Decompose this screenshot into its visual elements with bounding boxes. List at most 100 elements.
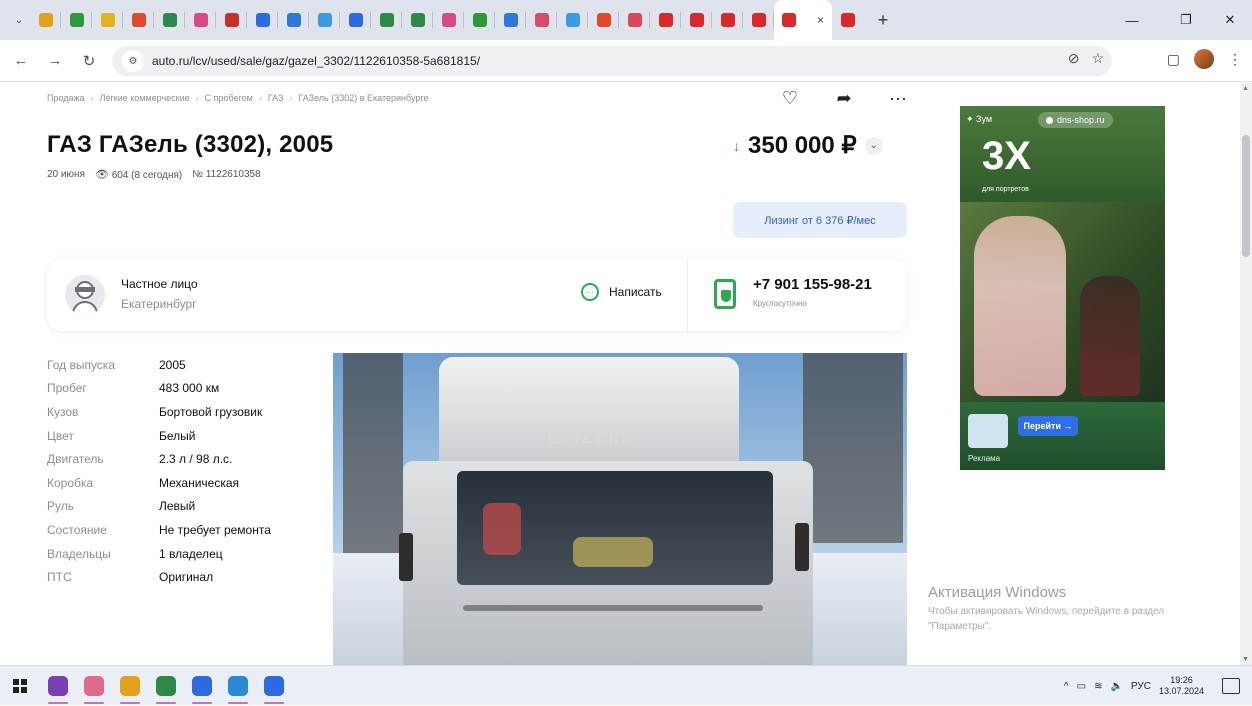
listing-photo[interactable]: GAZelle <box>333 353 907 665</box>
forward-button[interactable]: → <box>42 48 68 74</box>
browser-tab[interactable] <box>123 0 154 40</box>
network-icon[interactable]: ▭ <box>1077 681 1086 692</box>
minimize-button[interactable]: — <box>1110 0 1154 40</box>
start-button[interactable] <box>0 666 40 706</box>
profile-avatar[interactable] <box>1194 49 1214 69</box>
close-window-button[interactable]: ✕ <box>1208 0 1252 40</box>
photo-tree <box>343 353 403 563</box>
app-icon <box>156 675 176 696</box>
scroll-up-icon[interactable]: ▲ <box>1242 85 1249 92</box>
url-text[interactable]: auto.ru/lcv/used/sale/gaz/gazel_3302/112… <box>152 54 480 68</box>
browser-tab[interactable] <box>185 0 216 40</box>
taskbar-app[interactable] <box>148 666 184 706</box>
breadcrumb-separator: › <box>258 93 262 103</box>
clock[interactable]: 19:26 13.07.2024 <box>1159 675 1204 697</box>
browser-tab[interactable] <box>61 0 92 40</box>
wifi-icon[interactable]: ≋ <box>1094 681 1102 692</box>
spec-value: Левый <box>159 499 196 514</box>
browser-tab[interactable] <box>557 0 588 40</box>
active-tab[interactable]: × <box>774 0 832 40</box>
share-button[interactable]: ➦ <box>824 83 864 113</box>
browser-tab[interactable] <box>30 0 61 40</box>
new-tab-button[interactable]: + <box>869 6 897 34</box>
phone-number[interactable]: +7 901 155-98-21 <box>753 276 872 293</box>
language-indicator[interactable]: РУС <box>1131 681 1151 692</box>
notifications-icon[interactable] <box>1222 678 1240 694</box>
write-message-button[interactable]: ··· Написать <box>581 283 662 301</box>
ad-go-button[interactable]: Перейти → <box>1018 416 1078 436</box>
spec-row: Год выпуска 2005 <box>47 353 271 377</box>
close-tab-icon[interactable]: × <box>817 13 824 27</box>
chevron-up-icon[interactable]: ^ <box>1064 681 1069 692</box>
more-dots-icon: ··· <box>889 87 907 108</box>
running-indicator <box>264 701 284 704</box>
taskbar-app[interactable] <box>256 666 292 706</box>
browser-tab[interactable] <box>371 0 402 40</box>
spec-value: Бортовой грузовик <box>159 404 263 419</box>
browser-tab[interactable] <box>464 0 495 40</box>
breadcrumb-link[interactable]: Лёгкие коммерческие <box>100 93 190 103</box>
side-panel-icon[interactable]: ▢ <box>1167 51 1180 68</box>
browser-tab[interactable] <box>433 0 464 40</box>
spec-label: Владельцы <box>47 546 111 561</box>
taskbar-app[interactable] <box>184 666 220 706</box>
browser-tab[interactable] <box>743 0 774 40</box>
browser-tab[interactable] <box>712 0 743 40</box>
browser-toolbar: ← → ↻ ⚙ auto.ru/lcv/used/sale/gaz/gazel_… <box>0 40 1252 82</box>
page-scrollbar[interactable]: ▲ ▼ <box>1240 83 1252 665</box>
address-bar[interactable]: ⚙ auto.ru/lcv/used/sale/gaz/gazel_3302/1… <box>112 46 1112 76</box>
taskbar-app[interactable] <box>220 666 256 706</box>
scroll-down-icon[interactable]: ▼ <box>1242 656 1249 663</box>
breadcrumb: Продажа › Лёгкие коммерческие › С пробегом › Г… <box>47 93 428 103</box>
browser-tab[interactable] <box>495 0 526 40</box>
browser-tab[interactable] <box>650 0 681 40</box>
shield-icon <box>721 290 731 302</box>
site-settings-icon[interactable]: ⚙ <box>122 50 144 72</box>
eye-off-icon[interactable]: ⊘ <box>1068 50 1080 67</box>
favorite-button[interactable]: ♡ <box>770 83 810 113</box>
more-button[interactable]: ··· <box>878 83 918 113</box>
price-block[interactable]: ↓ 350 000 ₽ ⌄ <box>733 131 883 160</box>
leasing-button[interactable]: Лизинг от 6 376 ₽/мес <box>733 202 907 238</box>
chevron-down-icon[interactable]: ⌄ <box>864 136 883 155</box>
browser-tab[interactable] <box>247 0 278 40</box>
restore-button[interactable]: ❐ <box>1164 0 1208 40</box>
running-indicator <box>120 701 140 704</box>
more-menu-icon[interactable]: ⋮ <box>1228 51 1242 68</box>
photo-grille <box>463 605 763 611</box>
browser-tab[interactable] <box>832 0 863 40</box>
reload-button[interactable]: ↻ <box>76 48 102 74</box>
breadcrumb-link[interactable]: Продажа <box>47 93 85 103</box>
volume-icon[interactable]: 🔈 <box>1110 681 1122 692</box>
photo-mirror <box>399 533 413 581</box>
browser-tab[interactable] <box>216 0 247 40</box>
back-button[interactable]: ← <box>8 48 34 74</box>
breadcrumb-link[interactable]: ГАЗель (3302) в Екатеринбурге <box>298 93 428 103</box>
spec-label: Пробег <box>47 381 87 396</box>
tab-strip: ⌄ × + — ❐ ✕ <box>0 0 1252 40</box>
browser-tab[interactable] <box>402 0 433 40</box>
bookmark-star-icon[interactable]: ☆ <box>1091 50 1104 67</box>
spec-row: Цвет Белый <box>47 424 271 448</box>
browser-tab[interactable] <box>278 0 309 40</box>
browser-tab[interactable] <box>588 0 619 40</box>
plus-icon: + <box>877 9 889 30</box>
breadcrumb-link[interactable]: С пробегом <box>205 93 253 103</box>
taskbar-app[interactable] <box>76 666 112 706</box>
browser-tab[interactable] <box>340 0 371 40</box>
browser-tab[interactable] <box>619 0 650 40</box>
taskbar-app[interactable] <box>40 666 76 706</box>
breadcrumb-link[interactable]: ГАЗ <box>268 93 284 103</box>
ad-banner[interactable]: ✦ Зум dns-shop.ru 3X для портретов Перей… <box>960 106 1165 470</box>
browser-tab[interactable] <box>154 0 185 40</box>
ad-brand-text: Зум <box>976 114 993 124</box>
listing-meta: 20 июня 👁 604 (8 сегодня) № 1122610358 <box>47 168 261 181</box>
browser-tab[interactable] <box>526 0 557 40</box>
browser-tab[interactable] <box>681 0 712 40</box>
browser-tab[interactable] <box>309 0 340 40</box>
tab-favicon <box>317 13 332 27</box>
browser-tab[interactable] <box>92 0 123 40</box>
scrollbar-thumb[interactable] <box>1242 135 1250 257</box>
taskbar-app[interactable] <box>112 666 148 706</box>
tab-search-icon[interactable]: ⌄ <box>8 9 30 31</box>
